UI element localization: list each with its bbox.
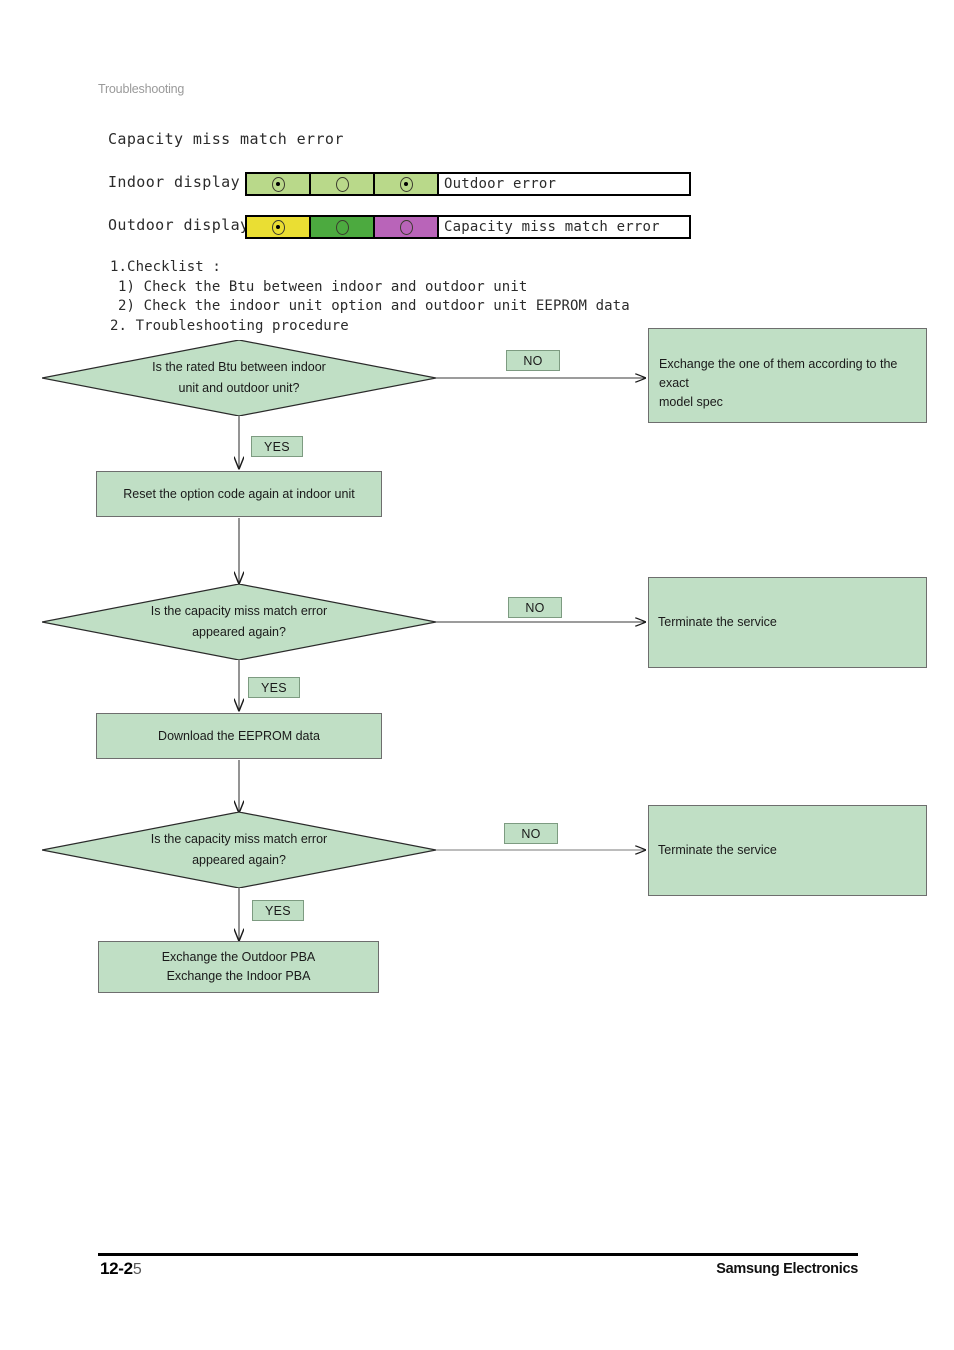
final-exchange-pba-text: Exchange the Outdoor PBA Exchange the In… [161, 950, 316, 983]
decision-capacity-miss-match-1: Is the capacity miss match error appeare… [42, 584, 436, 660]
decision-rated-btu-text: Is the rated Btu between indoor unit and… [152, 360, 326, 395]
process-reset-option-code: Reset the option code again at indoor un… [96, 471, 382, 517]
decision-capacity-miss-match-2: Is the capacity miss match error appeare… [42, 812, 436, 888]
final-exchange-pba: Exchange the Outdoor PBA Exchange the In… [98, 941, 379, 993]
edge-label-no-2: NO [508, 597, 562, 618]
page-number-suffix: 5 [132, 1261, 142, 1278]
decision-capacity-miss-match-1-text: Is the capacity miss match error appeare… [150, 604, 328, 639]
result-terminate-service-1: Terminate the service [648, 577, 927, 668]
page-number: 12-25 [100, 1259, 142, 1279]
decision-rated-btu: Is the rated Btu between indoor unit and… [42, 340, 436, 416]
process-download-eeprom: Download the EEPROM data [96, 713, 382, 759]
edge-label-no-1: NO [506, 350, 560, 371]
page-number-main: 12-2 [100, 1259, 133, 1278]
edge-label-yes-3: YES [252, 900, 304, 921]
document-page: Troubleshooting Capacity miss match erro… [0, 0, 954, 1350]
result-exchange-model-spec: Exchange the one of them according to th… [648, 328, 927, 423]
decision-capacity-miss-match-2-text: Is the capacity miss match error appeare… [150, 832, 328, 867]
footer-divider [98, 1253, 858, 1256]
troubleshooting-flowchart: Is the rated Btu between indoor unit and… [0, 0, 954, 1050]
brand-label: Samsung Electronics [716, 1261, 858, 1277]
edge-label-yes-2: YES [248, 677, 300, 698]
edge-label-yes-1: YES [251, 436, 303, 457]
edge-label-no-3: NO [504, 823, 558, 844]
result-terminate-service-2: Terminate the service [648, 805, 927, 896]
